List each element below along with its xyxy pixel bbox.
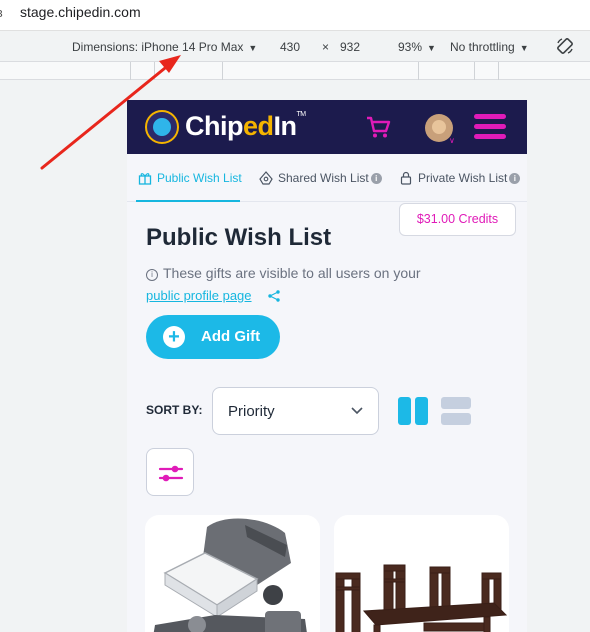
browser-url-bar[interactable]: ɞ stage.chipedin.com — [0, 0, 590, 30]
lock-icon — [400, 171, 412, 185]
app-viewport: ChipedInTM ∨ Public Wish List Shared Wis… — [127, 100, 527, 632]
public-profile-link[interactable]: public profile page — [146, 288, 252, 303]
dimension-separator: × — [322, 40, 330, 54]
caret-down-icon: ▼ — [248, 43, 258, 53]
site-info-icon[interactable]: ɞ — [0, 5, 3, 20]
logo-icon[interactable] — [145, 110, 179, 144]
dining-set-product-image — [335, 564, 508, 632]
info-icon[interactable]: i — [370, 172, 382, 184]
filter-button[interactable] — [146, 448, 194, 496]
top-navbar: ChipedInTM ∨ — [127, 100, 527, 154]
sort-select[interactable]: Priority — [212, 387, 379, 435]
share-icon[interactable] — [268, 290, 280, 302]
height-input[interactable]: 932 — [330, 36, 370, 58]
caret-down-icon: ▼ — [427, 43, 436, 53]
plus-icon: + — [163, 326, 185, 348]
dimensions-dropdown[interactable]: Dimensions: iPhone 14 Pro Max ▼ — [72, 40, 257, 54]
active-tab-indicator — [136, 200, 240, 202]
credits-badge[interactable]: $31.00 Credits — [399, 203, 516, 236]
gift-card[interactable] — [145, 515, 320, 632]
shared-gift-icon — [259, 171, 273, 185]
page-title: Public Wish List — [146, 224, 332, 251]
list-view-icon[interactable] — [441, 397, 471, 425]
zoom-dropdown[interactable]: 93% ▼ — [398, 40, 436, 54]
wishlist-tabs: Public Wish List Shared Wish List i Priva… — [127, 154, 527, 202]
throttling-dropdown[interactable]: No throttling ▼ — [450, 40, 529, 54]
sliders-icon — [158, 465, 184, 482]
visibility-note: i These gifts are visible to all users on… — [146, 265, 421, 281]
media-query-ruler — [0, 62, 590, 80]
cart-icon[interactable] — [365, 115, 391, 139]
info-icon[interactable]: i — [509, 172, 521, 184]
sort-by-label: SORT BY: — [146, 403, 203, 417]
caret-down-icon: ▼ — [519, 43, 529, 53]
tab-public-wish-list[interactable]: Public Wish List — [138, 154, 242, 202]
tab-private-wish-list[interactable]: Private Wish List i — [399, 154, 521, 202]
width-input[interactable]: 430 — [270, 36, 310, 58]
gift-card[interactable] — [334, 515, 509, 632]
info-icon: i — [146, 269, 158, 281]
grid-view-icon[interactable] — [398, 397, 428, 425]
url-text[interactable]: stage.chipedin.com — [20, 4, 141, 20]
rotate-icon[interactable] — [556, 37, 574, 55]
chevron-down-icon — [351, 407, 363, 415]
chevron-down-icon[interactable]: ∨ — [449, 136, 455, 145]
gift-icon — [138, 173, 152, 185]
add-gift-button[interactable]: + Add Gift — [146, 315, 280, 359]
tab-shared-wish-list[interactable]: Shared Wish List i — [259, 154, 382, 202]
brand-logo[interactable]: ChipedInTM — [185, 111, 306, 142]
hamburger-menu-icon[interactable] — [474, 114, 506, 140]
bassinet-product-image — [153, 518, 307, 632]
device-toolbar: Dimensions: iPhone 14 Pro Max ▼ 430 × 932… — [0, 30, 590, 62]
